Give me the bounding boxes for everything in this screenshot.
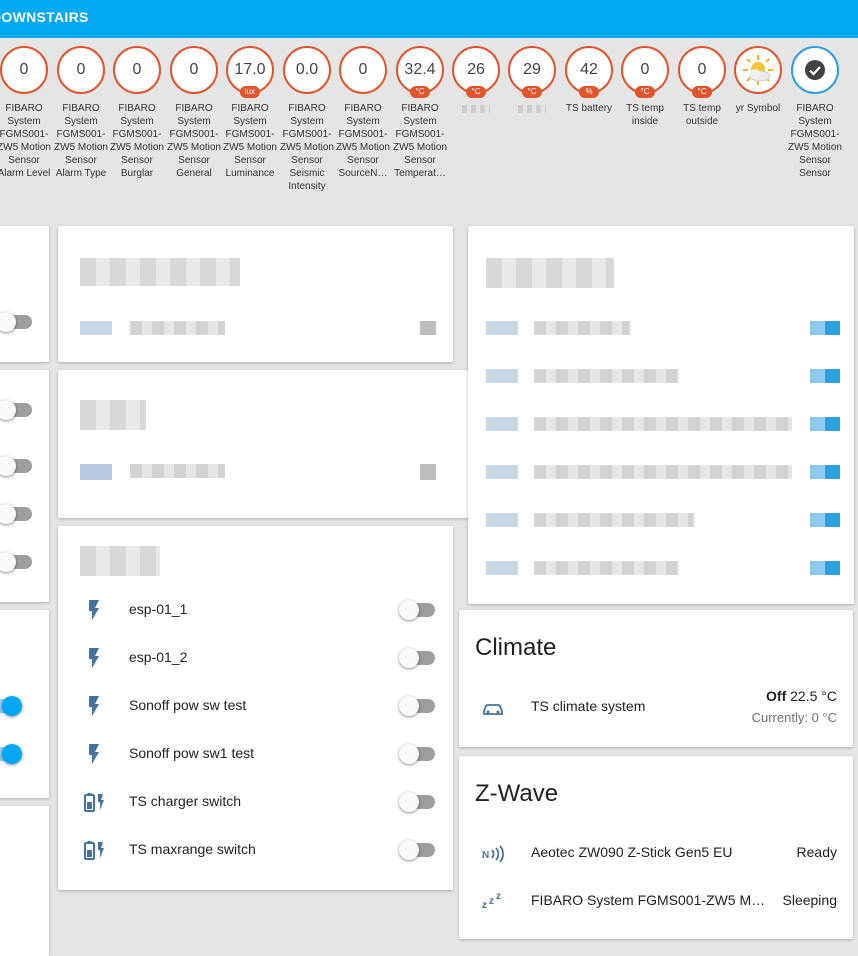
- toggle-switch[interactable]: [399, 696, 435, 716]
- svg-text:N: N: [482, 850, 489, 861]
- left-card-4: [0, 806, 49, 956]
- svg-text:z: z: [482, 900, 487, 911]
- toggle-switch-on[interactable]: [0, 744, 22, 764]
- battery-charging-icon: [84, 793, 104, 812]
- page-header: DOWNSTAIRS: [0, 0, 858, 38]
- unit-chip: °C: [635, 86, 655, 98]
- zwave-row[interactable]: N Aeotec ZW090 Z-Stick Gen5 EU Ready: [459, 828, 853, 876]
- card-title: Climate: [475, 634, 557, 661]
- svg-text:z: z: [496, 891, 501, 902]
- car-icon: [483, 704, 503, 715]
- view-title: DOWNSTAIRS: [0, 9, 89, 25]
- sleep-icon: z z z: [482, 891, 501, 911]
- toggle-switch-on[interactable]: [0, 696, 22, 716]
- badge-ts-temp-inside[interactable]: 0 °C TS temp inside: [615, 46, 675, 128]
- badge-yr-symbol[interactable]: yr Symbol: [728, 46, 788, 115]
- badge-seismic[interactable]: 0.0 FIBARO System FGMS001-ZW5 Motion Sen…: [277, 46, 337, 193]
- svg-text:z: z: [489, 896, 494, 907]
- climate-row[interactable]: TS climate system Off 22.5 °C Currently:…: [459, 682, 853, 730]
- badge-general[interactable]: 0 FIBARO System FGMS001-ZW5 Motion Senso…: [164, 46, 224, 180]
- left-card-2: [0, 370, 49, 602]
- climate-card: Climate TS climate system Off 22.5 °C Cu…: [459, 610, 853, 747]
- switch-row[interactable]: esp-01_2: [58, 634, 453, 682]
- flash-icon: [89, 744, 99, 764]
- switch-row[interactable]: esp-01_1: [58, 586, 453, 634]
- flash-icon: [89, 648, 99, 668]
- badges-row: 0 FIBARO System FGMS001-ZW5 Motion Senso…: [0, 38, 858, 218]
- battery-charging-icon: [84, 841, 104, 860]
- toggle-switch[interactable]: [399, 648, 435, 668]
- switches-card: esp-01_1 esp-01_2 Sonoff pow sw test Son…: [58, 526, 453, 890]
- badge-burglar[interactable]: 0 FIBARO System FGMS001-ZW5 Motion Senso…: [107, 46, 167, 180]
- toggle-switch[interactable]: [399, 744, 435, 764]
- unit-chip: °C: [466, 86, 486, 98]
- toggle-switch[interactable]: [399, 840, 435, 860]
- toggle-switch[interactable]: [0, 456, 32, 476]
- switch-row[interactable]: TS maxrange switch: [58, 826, 453, 874]
- check-circle-icon: [805, 60, 825, 80]
- toggle-switch[interactable]: [399, 792, 435, 812]
- badge-alarm-level[interactable]: 0 FIBARO System FGMS001-ZW5 Motion Senso…: [0, 46, 54, 180]
- left-card-1: [0, 226, 49, 362]
- flash-icon: [89, 696, 99, 716]
- badge-temp-26[interactable]: 26 °C: [446, 46, 506, 117]
- climate-state: Off 22.5 °C Currently: 0 °C: [752, 688, 837, 725]
- unit-chip: %: [579, 86, 599, 98]
- current-temp: Currently: 0 °C: [751, 710, 837, 725]
- unit-chip: °C: [692, 86, 712, 98]
- badge-alarm-type[interactable]: 0 FIBARO System FGMS001-ZW5 Motion Senso…: [51, 46, 111, 180]
- badge-temperature[interactable]: 32.4 °C FIBARO System FGMS001-ZW5 Motion…: [390, 46, 450, 180]
- zwave-row[interactable]: z z z FIBARO System FGMS001-ZW5 Moti… Sl…: [459, 876, 853, 924]
- blurred-card-1: [58, 226, 453, 362]
- switch-row[interactable]: Sonoff pow sw1 test: [58, 730, 453, 778]
- toggle-switch[interactable]: [399, 600, 435, 620]
- unit-chip: °C: [522, 86, 542, 98]
- blurred-card-3: [468, 226, 854, 604]
- zwave-card: Z-Wave N Aeotec ZW090 Z-Stick Gen5 EU Re…: [459, 756, 853, 939]
- left-card-3: [0, 610, 49, 798]
- switch-row[interactable]: Sonoff pow sw test: [58, 682, 453, 730]
- badge-motion-sensor[interactable]: FIBARO System FGMS001-ZW5 Motion Sensor …: [785, 46, 845, 180]
- badge-luminance[interactable]: 17.0 lux FIBARO System FGMS001-ZW5 Motio…: [220, 46, 280, 180]
- badge-ts-temp-outside[interactable]: 0 °C TS temp outside: [672, 46, 732, 128]
- badge-ts-battery[interactable]: 42 % TS battery: [559, 46, 619, 115]
- toggle-switch[interactable]: [0, 400, 32, 420]
- toggle-switch[interactable]: [0, 504, 32, 524]
- zwave-icon: N: [482, 845, 504, 863]
- badge-temp-29[interactable]: 29 °C: [502, 46, 562, 117]
- blurred-label: [518, 105, 546, 113]
- unit-chip: °C: [410, 86, 430, 98]
- hvac-mode: Off: [766, 688, 787, 704]
- toggle-switch[interactable]: [0, 552, 32, 572]
- flash-icon: [89, 600, 99, 620]
- partly-cloudy-icon: [743, 55, 773, 85]
- switch-row[interactable]: TS charger switch: [58, 778, 453, 826]
- blurred-card-2: [58, 370, 468, 518]
- card-title: Z-Wave: [475, 780, 559, 807]
- toggle-switch[interactable]: [0, 312, 32, 332]
- badge-source-node[interactable]: 0 FIBARO System FGMS001-ZW5 Motion Senso…: [333, 46, 393, 180]
- target-temp: 22.5 °C: [790, 688, 837, 704]
- blurred-label: [462, 105, 490, 113]
- unit-chip: lux: [239, 86, 261, 98]
